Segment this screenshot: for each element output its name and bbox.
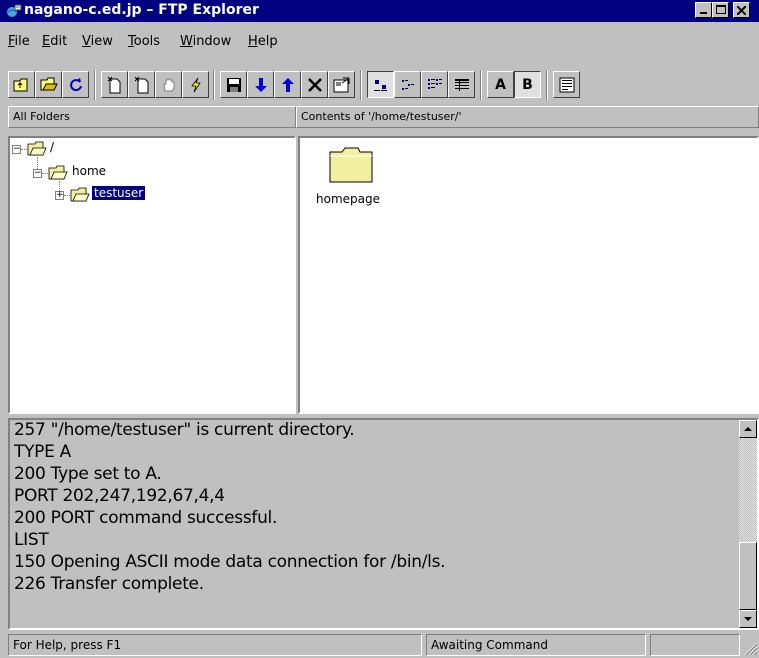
folder-icon [329, 147, 373, 183]
open-folder-icon [48, 165, 68, 180]
ftp-log-pane[interactable]: 257 "/home/testuser" is current director… [8, 418, 759, 630]
log-line: TYPE A [14, 442, 71, 462]
upload-button[interactable] [274, 71, 301, 98]
menu-edit[interactable]: Edit [42, 34, 67, 49]
scroll-thumb[interactable] [739, 542, 757, 610]
menu-view[interactable]: View [82, 34, 113, 49]
close-button[interactable] [733, 2, 750, 18]
new-folder-button[interactable] [128, 71, 155, 98]
scroll-up-arrow-icon [744, 427, 752, 431]
lightning-icon [190, 77, 201, 92]
new-document-icon [107, 76, 120, 93]
toolbar-separator [480, 70, 481, 100]
up-folder-icon [13, 78, 27, 91]
list-view-button[interactable] [421, 71, 448, 98]
log-line: LIST [14, 530, 49, 550]
properties-icon [333, 77, 349, 92]
open-button[interactable] [35, 71, 62, 98]
arrow-up-icon [281, 77, 294, 92]
details-view-icon [454, 78, 469, 91]
menu-tools[interactable]: Tools [128, 34, 160, 49]
copy-document-icon [134, 76, 148, 93]
save-disk-icon [226, 77, 241, 92]
log-line: 200 Type set to A. [14, 464, 162, 484]
up-folder-button[interactable] [8, 71, 35, 98]
status-extra-panel [650, 634, 740, 656]
open-folder-icon [40, 77, 58, 90]
expand-toggle-testuser[interactable]: + [55, 191, 64, 200]
maximize-button[interactable] [712, 2, 729, 18]
status-bar: For Help, press F1 Awaiting Command [0, 632, 759, 658]
folder-tree-pane[interactable]: − / − home + testuser [8, 136, 296, 414]
new-file-button[interactable] [101, 71, 128, 98]
stop-button[interactable] [155, 71, 182, 98]
menu-file[interactable]: File [8, 34, 30, 49]
expand-toggle-home[interactable]: − [33, 169, 42, 178]
properties-button[interactable] [328, 71, 355, 98]
status-help-text: For Help, press F1 [8, 634, 422, 656]
menu-window[interactable]: Window [180, 34, 231, 49]
log-line: PORT 202,247,192,67,4,4 [14, 486, 225, 506]
menu-help[interactable]: Help [248, 34, 278, 49]
tree-item-home[interactable]: home [72, 164, 106, 178]
delete-x-icon [307, 77, 322, 92]
contents-pane[interactable]: homepage [298, 136, 759, 414]
open-folder-icon [27, 141, 47, 156]
window-title: nagano-c.ed.jp – FTP Explorer [24, 2, 259, 18]
log-window-icon [559, 77, 574, 92]
scroll-down-button[interactable] [739, 610, 757, 628]
ascii-mode-button[interactable]: A [487, 71, 514, 98]
log-scrollbar[interactable] [739, 420, 757, 628]
contents-header: Contents of '/home/testuser/' [296, 106, 759, 128]
connect-button[interactable] [182, 71, 209, 98]
details-view-button[interactable] [448, 71, 475, 98]
log-line: 257 "/home/testuser" is current director… [14, 420, 355, 440]
size-grip-icon[interactable] [744, 642, 758, 656]
toolbar-separator [360, 70, 361, 100]
list-view-icon [427, 78, 442, 89]
small-icons-view-button[interactable] [394, 71, 421, 98]
minimize-button[interactable] [695, 2, 712, 18]
log-line: 226 Transfer complete. [14, 574, 204, 594]
status-connection-state: Awaiting Command [426, 634, 646, 656]
toolbar-separator [94, 70, 95, 100]
menu-bar: File Edit View Tools Window Help [0, 34, 759, 56]
toolbar: A B [0, 66, 759, 106]
title-bar[interactable]: nagano-c.ed.jp – FTP Explorer [0, 0, 759, 22]
large-icons-view-button[interactable] [367, 71, 394, 98]
file-item-label: homepage [316, 192, 380, 206]
open-folder-icon [70, 187, 90, 202]
expand-toggle-root[interactable]: − [12, 145, 21, 154]
log-line: 150 Opening ASCII mode data connection f… [14, 552, 446, 572]
large-icons-view-icon [373, 79, 387, 91]
toolbar-separator [213, 70, 214, 100]
delete-button[interactable] [301, 71, 328, 98]
toolbar-separator [546, 70, 547, 100]
hand-icon [162, 78, 174, 91]
arrow-down-icon [254, 77, 267, 92]
tree-item-root[interactable]: / [50, 140, 54, 154]
small-icons-view-icon [401, 79, 414, 90]
log-window-button[interactable] [553, 71, 580, 98]
refresh-icon [69, 77, 82, 91]
binary-mode-button[interactable]: B [514, 71, 541, 98]
scroll-down-arrow-icon [744, 617, 752, 621]
log-line: 200 PORT command successful. [14, 508, 278, 528]
app-icon [7, 4, 22, 17]
folders-header: All Folders [8, 106, 296, 128]
save-button[interactable] [220, 71, 247, 98]
ftp-explorer-window: nagano-c.ed.jp – FTP Explorer File Edit … [0, 0, 759, 658]
download-button[interactable] [247, 71, 274, 98]
tree-item-testuser[interactable]: testuser [92, 186, 146, 200]
scroll-up-button[interactable] [739, 420, 757, 438]
file-item-homepage[interactable]: homepage [310, 146, 390, 216]
refresh-button[interactable] [62, 71, 89, 98]
